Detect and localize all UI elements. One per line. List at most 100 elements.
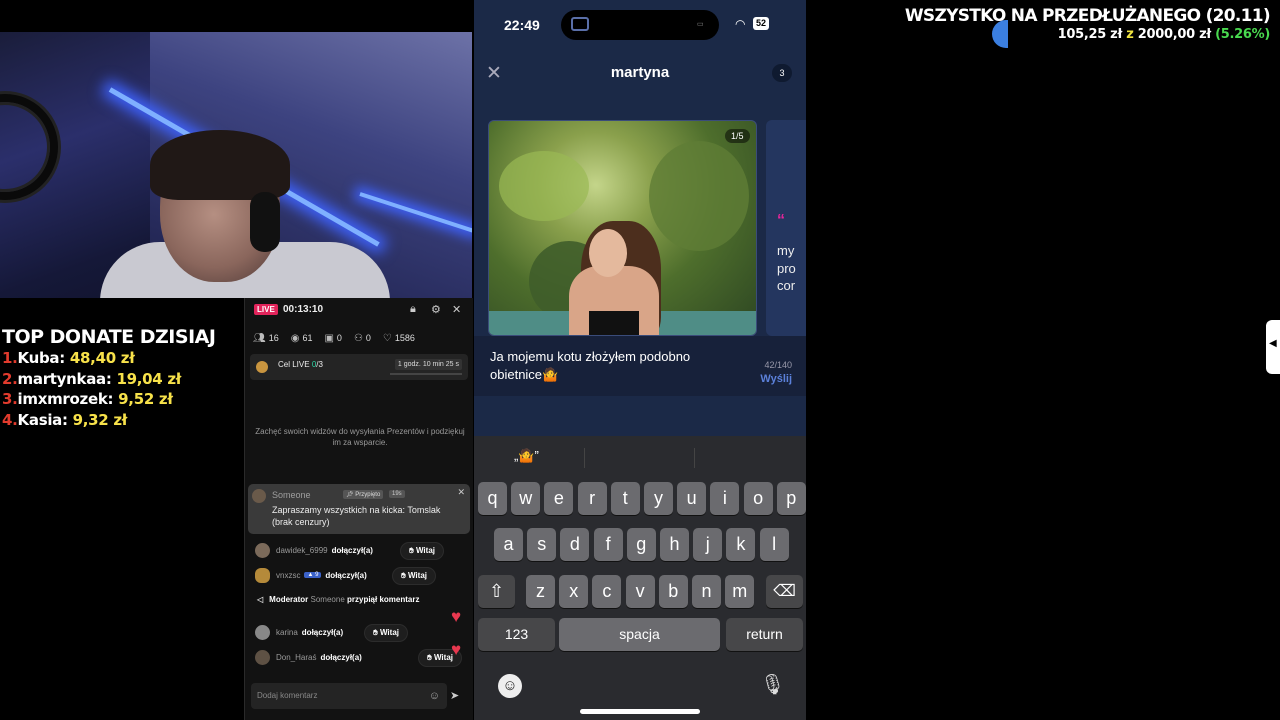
key-n[interactable]: n [692, 575, 721, 608]
person-top [589, 311, 639, 335]
stat-users: 👥︎ 16 [253, 331, 279, 345]
chat-user[interactable]: dawidek_6999 [276, 546, 328, 555]
wave-icon: ✋︎ [373, 628, 378, 637]
stat-value: 16 [268, 333, 279, 343]
message-text: Ja mojemu kotu złożyłem podobno obietnic… [490, 349, 691, 382]
goal-sep: z [1126, 27, 1134, 42]
key-o[interactable]: o [743, 482, 773, 515]
key-z[interactable]: z [526, 575, 555, 608]
key-w[interactable]: w [511, 482, 541, 515]
key-g[interactable]: g [626, 528, 656, 561]
eye-icon: ◉ [290, 332, 300, 344]
key-s[interactable]: s [527, 528, 557, 561]
pinned-comment[interactable]: Someone 📌︎ Przypięto 19s ✕ Zapraszamy ws… [248, 484, 470, 534]
shift-key[interactable]: ⇧ [478, 575, 515, 608]
avatar [255, 649, 270, 665]
stat-value: 61 [302, 333, 313, 343]
headset [250, 192, 280, 252]
key-y[interactable]: y [644, 482, 673, 515]
key-u[interactable]: u [677, 482, 707, 515]
gear-icon[interactable]: ⚙ [431, 303, 441, 316]
panel-header: LIVE 00:13:10 🔒︎ ⚙ ✕ [245, 298, 474, 322]
key-x[interactable]: x [559, 575, 589, 608]
gift-encourage-text: Zachęć swoich widzów do wysyłania Prezen… [255, 427, 465, 447]
space-key[interactable]: spacja [559, 618, 720, 651]
key-t[interactable]: t [610, 482, 640, 515]
witaj-label: Witaj [407, 571, 427, 580]
home-indicator [580, 709, 700, 714]
wifi-icon: ◠ [735, 17, 746, 31]
stream-timer: 00:13:10 [283, 304, 324, 315]
key-e[interactable]: e [544, 482, 574, 515]
chat-action: dołączył(a) [301, 627, 344, 637]
chat-row: vnxzsc ▲ 9 dołączył(a) ✋︎ Witaj [255, 565, 460, 585]
key-h[interactable]: h [660, 528, 689, 561]
stat-gifts: ▣ 0 [324, 331, 341, 345]
stat-follows: ⚇ 0 [354, 331, 371, 345]
goal-title: WSZYSTKO NA PRZEDŁUŻANEGO (20.11) [904, 6, 1271, 26]
key-k[interactable]: k [726, 528, 756, 561]
side-handle[interactable]: ◀ [1266, 320, 1280, 374]
avatar [255, 542, 270, 558]
send-button[interactable]: Wyślij [760, 373, 792, 385]
wave-icon: ✋︎ [401, 571, 406, 580]
key-p[interactable]: p [776, 482, 806, 515]
shield-icon: ▲ [307, 572, 314, 578]
donate-title: TOP DONATE DZISIAJ [2, 326, 216, 348]
donate-row: 3.imxmrozek: 9,52 zł [2, 389, 242, 410]
key-v[interactable]: v [625, 575, 655, 608]
chat-user[interactable]: vnxzsc [276, 571, 300, 580]
foliage [499, 151, 589, 221]
donate-amount: 9,32 zł [72, 410, 128, 429]
goal-label: Cel LIVE 0/3 [278, 360, 323, 369]
spacer [474, 396, 806, 436]
char-count: 42/140 [764, 360, 792, 370]
microphone-icon[interactable]: 🎙︎ [760, 672, 785, 697]
send-icon[interactable]: ➤ [450, 689, 459, 702]
witaj-button[interactable]: ✋︎ Witaj [392, 567, 436, 585]
donate-name: Kasia: [17, 410, 68, 429]
message-input[interactable]: Ja mojemu kotu złożyłem podobno obietnic… [474, 336, 806, 396]
comment-input[interactable]: Dodaj komentarz ☺ [251, 683, 447, 709]
return-key[interactable]: return [726, 618, 803, 651]
pinned-message: Zapraszamy wszystkich na kicka: Tomslak … [272, 505, 441, 527]
chat-user[interactable]: karina [276, 628, 298, 637]
level-badge: ▲ 9 [304, 572, 322, 578]
key-l[interactable]: l [759, 528, 789, 561]
chat-action: dołączył(a) [320, 652, 362, 662]
moderator-label: Moderator [269, 595, 309, 604]
next-card[interactable]: “ my pro cor [766, 120, 806, 336]
key-d[interactable]: d [560, 528, 590, 561]
key-c[interactable]: c [592, 575, 622, 608]
lock-icon[interactable]: 🔒︎ [410, 303, 416, 316]
chat-user[interactable]: Don_Haraś [276, 653, 316, 662]
stat-likes: ♡ 1586 [383, 331, 415, 345]
witaj-label: Witaj [379, 628, 399, 637]
numbers-key[interactable]: 123 [478, 618, 555, 651]
gift-icon: ▣ [324, 332, 334, 344]
suggestion[interactable]: „🤷” [514, 448, 539, 464]
key-q[interactable]: q [478, 482, 507, 515]
emoji-icon[interactable]: ☺ [429, 690, 440, 702]
close-icon[interactable]: ✕ [452, 303, 461, 316]
pin-icon: 📌︎ [346, 492, 354, 498]
donate-row: 2.martynkaa: 19,04 zł [2, 369, 242, 390]
key-f[interactable]: f [593, 528, 623, 561]
key-b[interactable]: b [658, 575, 688, 608]
key-m[interactable]: m [725, 575, 755, 608]
key-j[interactable]: j [693, 528, 723, 561]
key-a[interactable]: a [494, 528, 523, 561]
witaj-button[interactable]: ✋︎ Witaj [400, 542, 444, 560]
dynamic-island: ▭ [561, 10, 719, 40]
backspace-key[interactable]: ⌫ [766, 575, 803, 608]
level-value: 9 [315, 572, 319, 578]
key-r[interactable]: r [577, 482, 607, 515]
witaj-button[interactable]: ✋︎ Witaj [364, 624, 408, 642]
avatar [252, 489, 266, 503]
emoji-icon[interactable]: ☺ [498, 674, 522, 698]
key-i[interactable]: i [710, 482, 740, 515]
close-icon[interactable]: ✕ [457, 487, 465, 498]
live-goal[interactable]: Cel LIVE 0/3 1 godz. 10 min 25 s [250, 354, 468, 380]
profile-photo[interactable]: 1/5 [488, 120, 757, 336]
tv-icon: ▭ [697, 21, 704, 28]
